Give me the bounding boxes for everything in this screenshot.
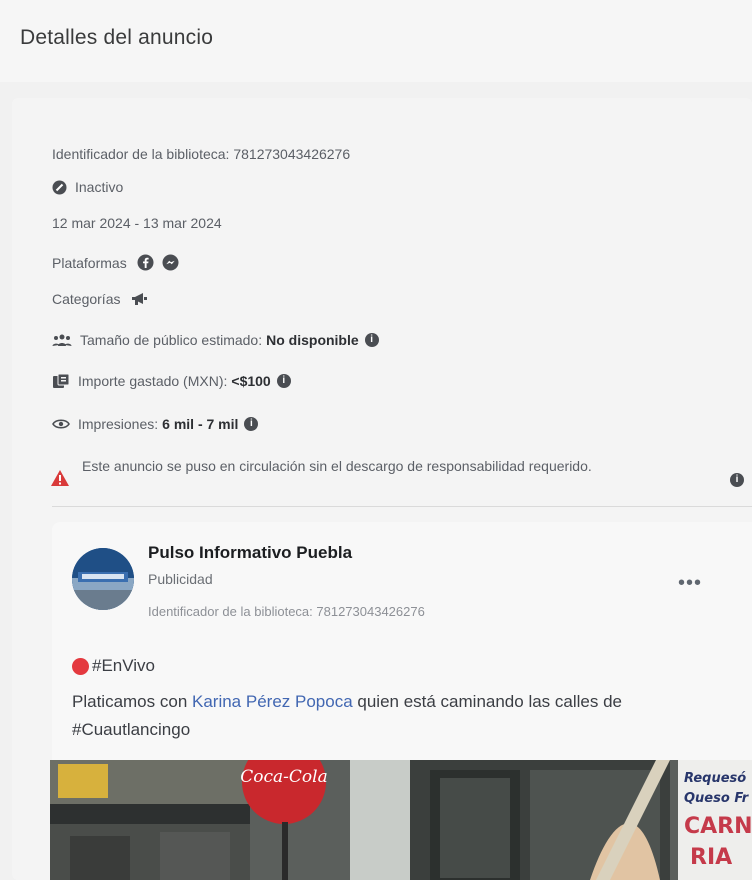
info-icon[interactable]: i xyxy=(244,417,259,431)
spend-label: Importe gastado (MXN): xyxy=(78,373,228,389)
post-text: Platicamos con Karina Pérez Popoca quien… xyxy=(72,688,712,744)
megaphone-icon[interactable] xyxy=(130,292,148,306)
live-dot-icon xyxy=(72,657,89,675)
info-icon[interactable]: i xyxy=(276,374,291,388)
audience-icon xyxy=(52,333,72,347)
audience-label: Tamaño de público estimado: xyxy=(80,332,263,348)
more-options-button[interactable]: ••• xyxy=(678,572,702,595)
sign-line-1: Requesó xyxy=(684,771,746,786)
live-hashtag[interactable]: #EnVivo xyxy=(92,656,155,676)
categories-row: Categorías xyxy=(52,291,148,307)
categories-label: Categorías xyxy=(52,291,121,307)
status-text: Inactivo xyxy=(75,179,124,195)
sign-line-4: RIA xyxy=(690,845,732,870)
divider xyxy=(52,506,752,507)
warning-icon xyxy=(50,469,70,492)
info-icon[interactable]: i xyxy=(730,469,744,487)
messenger-icon[interactable] xyxy=(162,254,179,271)
platforms-label: Plataformas xyxy=(52,254,127,271)
sign-line-3: CARN xyxy=(684,814,752,839)
audience-value: No disponible xyxy=(266,332,359,348)
impressions-row: Impresiones: 6 mil - 7 mil i xyxy=(52,416,259,432)
spend-row: Importe gastado (MXN): <$100 i xyxy=(52,373,291,389)
status-row: Inactivo xyxy=(52,179,123,195)
page-title: Detalles del anuncio xyxy=(20,26,214,49)
facebook-icon[interactable] xyxy=(137,254,154,271)
eye-icon xyxy=(52,418,70,430)
post-image[interactable]: Coca-Cola Requesó Queso Fr CARN RIA xyxy=(50,760,752,880)
page-name[interactable]: Pulso Informativo Puebla xyxy=(148,543,352,563)
avatar[interactable] xyxy=(72,548,134,610)
impressions-value: 6 mil - 7 mil xyxy=(162,416,239,432)
post-text-before: Platicamos con xyxy=(72,692,192,711)
mention-link[interactable]: Karina Pérez Popoca xyxy=(192,692,353,711)
money-icon xyxy=(52,373,70,389)
cocacola-sign: Coca-Cola xyxy=(240,767,327,787)
header: Detalles del anuncio xyxy=(0,0,752,82)
live-tag-row: #EnVivo xyxy=(72,656,155,676)
date-range: 12 mar 2024 - 13 mar 2024 xyxy=(52,215,222,231)
audience-row: Tamaño de público estimado: No disponibl… xyxy=(52,332,379,348)
inactive-icon xyxy=(52,180,67,195)
impressions-label: Impresiones: xyxy=(78,416,159,432)
post-library-id: Identificador de la biblioteca: 78127304… xyxy=(148,604,425,619)
info-icon[interactable]: i xyxy=(364,333,379,347)
platforms-row: Plataformas xyxy=(52,254,179,271)
sponsored-label: Publicidad xyxy=(148,571,213,587)
sign-line-2: Queso Fr xyxy=(684,791,750,806)
disclaimer-warning: Este anuncio se puso en circulación sin … xyxy=(82,458,592,474)
library-id: Identificador de la biblioteca: 78127304… xyxy=(52,146,351,162)
spend-value: <$100 xyxy=(231,373,271,389)
